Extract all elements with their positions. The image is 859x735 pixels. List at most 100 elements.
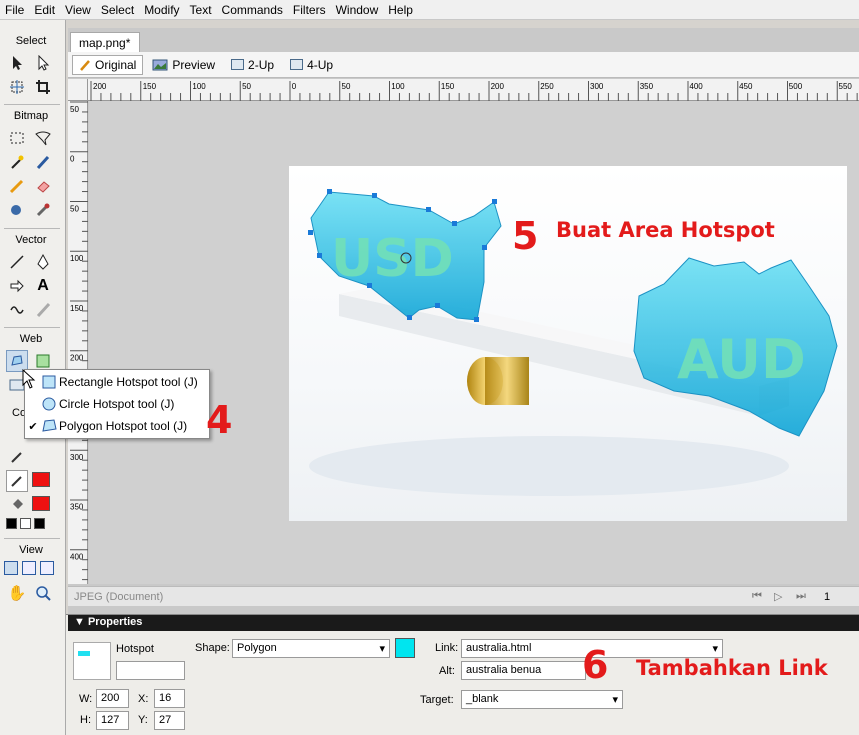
section-select: Select [15,35,47,47]
aud-label: AUD [677,328,806,391]
tab-2up[interactable]: 2-Up [224,55,281,75]
full-screen-icon[interactable] [40,561,54,575]
rectangle-hotspot-item[interactable]: Rectangle Hotspot tool (J) [25,371,209,393]
freeform-tool-icon[interactable] [6,299,28,321]
standard-screen-icon[interactable] [4,561,18,575]
ruler-label: 300 [70,453,84,462]
hotspot-color-swatch[interactable] [395,638,415,658]
rubber-stamp-icon[interactable] [32,199,54,221]
marquee-tool-icon[interactable] [6,127,28,149]
eyedropper-icon[interactable] [6,445,28,467]
object-type: Hotspot [116,643,154,655]
eraser-tool-icon[interactable] [32,175,54,197]
pointer-tool-icon[interactable] [6,52,28,74]
link-label: Link: [435,642,459,654]
target-label: Target: [420,694,454,706]
menu-view[interactable]: View [60,0,96,20]
menu-file[interactable]: File [0,0,29,20]
vertical-ruler[interactable]: 50050100150200250300350400 [68,101,88,584]
preview-icon [152,59,168,70]
ruler-label: 200 [70,354,84,363]
section-vector: Vector [15,234,47,246]
document-tab[interactable]: map.png* [70,32,140,52]
two-up-icon [231,59,245,70]
stroke-color-icon[interactable] [6,470,28,492]
zoom-tool-icon[interactable] [32,582,54,604]
properties-header[interactable]: ▼ Properties [68,615,859,631]
ruler-label: 550 [839,82,853,91]
scale-tool-icon[interactable] [6,76,28,98]
chevron-down-icon: ▾ [712,643,718,655]
ruler-label: 0 [70,155,75,164]
blur-tool-icon[interactable] [6,199,28,221]
line-tool-icon[interactable] [6,251,28,273]
y-field[interactable]: 27 [154,711,185,730]
section-web: Web [19,333,43,345]
menu-filters[interactable]: Filters [288,0,331,20]
tab-4up[interactable]: 4-Up [283,55,340,75]
width-field[interactable]: 200 [96,689,129,708]
hotspot-name-field[interactable] [116,661,185,680]
step-5-caption: Buat Area Hotspot [556,218,775,242]
menu-help[interactable]: Help [383,0,418,20]
target-select[interactable]: _blank ▾ [461,690,623,709]
knife-tool-icon[interactable] [32,299,54,321]
menu-text[interactable]: Text [185,0,217,20]
polygon-hotspot-item[interactable]: ✔ Polygon Hotspot tool (J) [25,415,209,437]
view-tabs: Original Preview 2-Up 4-Up [68,52,859,78]
play-icon[interactable]: ▷ [774,590,782,603]
menu-bar: File Edit View Select Modify Text Comman… [0,0,859,20]
lasso-tool-icon[interactable] [32,127,54,149]
brush-tool-icon[interactable] [32,151,54,173]
hotspot-tool-flyout: Rectangle Hotspot tool (J) Circle Hotspo… [24,369,210,439]
horizontal-ruler[interactable]: 200 150 100 50 0 50 100 150 200 250 300 350 400 450 50… [88,79,859,101]
ruler-label: 350 [70,503,84,512]
first-frame-icon[interactable]: ⏮ [752,590,762,603]
ruler-label: 400 [689,82,703,91]
menu-edit[interactable]: Edit [29,0,60,20]
x-field[interactable]: 16 [154,689,185,708]
no-color-icon[interactable] [20,518,31,529]
ruler-label: 250 [540,82,554,91]
fill-color-swatch[interactable] [32,496,50,511]
h-label: H: [80,714,91,726]
x-label: X: [138,693,149,705]
text-tool-icon[interactable]: A [32,275,54,297]
height-field[interactable]: 127 [96,711,129,730]
stroke-color-swatch[interactable] [32,472,50,487]
magic-wand-icon[interactable] [6,151,28,173]
ruler-label: 150 [143,82,157,91]
last-frame-icon[interactable]: ⏭ [796,590,806,603]
full-screen-menu-icon[interactable] [22,561,36,575]
pencil-tool-icon[interactable] [6,175,28,197]
status-bar: JPEG (Document) ⏮ ▷ ⏭ 1 [68,586,859,606]
menu-window[interactable]: Window [331,0,384,20]
default-colors-icon[interactable] [6,518,17,529]
tab-original[interactable]: Original [72,54,144,75]
shape-label: Shape: [195,642,230,654]
subselect-tool-icon[interactable] [32,52,54,74]
shape-select[interactable]: Polygon ▾ [232,639,390,658]
tab-preview[interactable]: Preview [145,55,222,75]
alt-input[interactable]: australia benua [461,661,586,680]
crop-tool-icon[interactable] [32,76,54,98]
pen-tool-icon[interactable] [32,251,54,273]
rectangle-hotspot-icon [42,375,56,389]
ruler-label: 50 [242,82,251,91]
shape-tool-icon[interactable] [6,275,28,297]
circle-hotspot-item[interactable]: Circle Hotspot tool (J) [25,393,209,415]
step-5-number: 5 [512,214,539,258]
menu-modify[interactable]: Modify [139,0,184,20]
menu-commands[interactable]: Commands [217,0,288,20]
circle-hotspot-icon [42,397,56,411]
hand-tool-icon[interactable]: ✋ [6,582,28,604]
section-bitmap: Bitmap [13,110,49,122]
ruler-label: 450 [739,82,753,91]
mouse-cursor-icon [22,369,36,389]
fill-bucket-icon[interactable] [6,494,28,516]
step-6-caption: Tambahkan Link [636,656,828,680]
chevron-down-icon: ▾ [612,694,618,706]
ruler-label: 50 [70,105,79,114]
menu-select[interactable]: Select [96,0,139,20]
swap-colors-icon[interactable] [34,518,45,529]
